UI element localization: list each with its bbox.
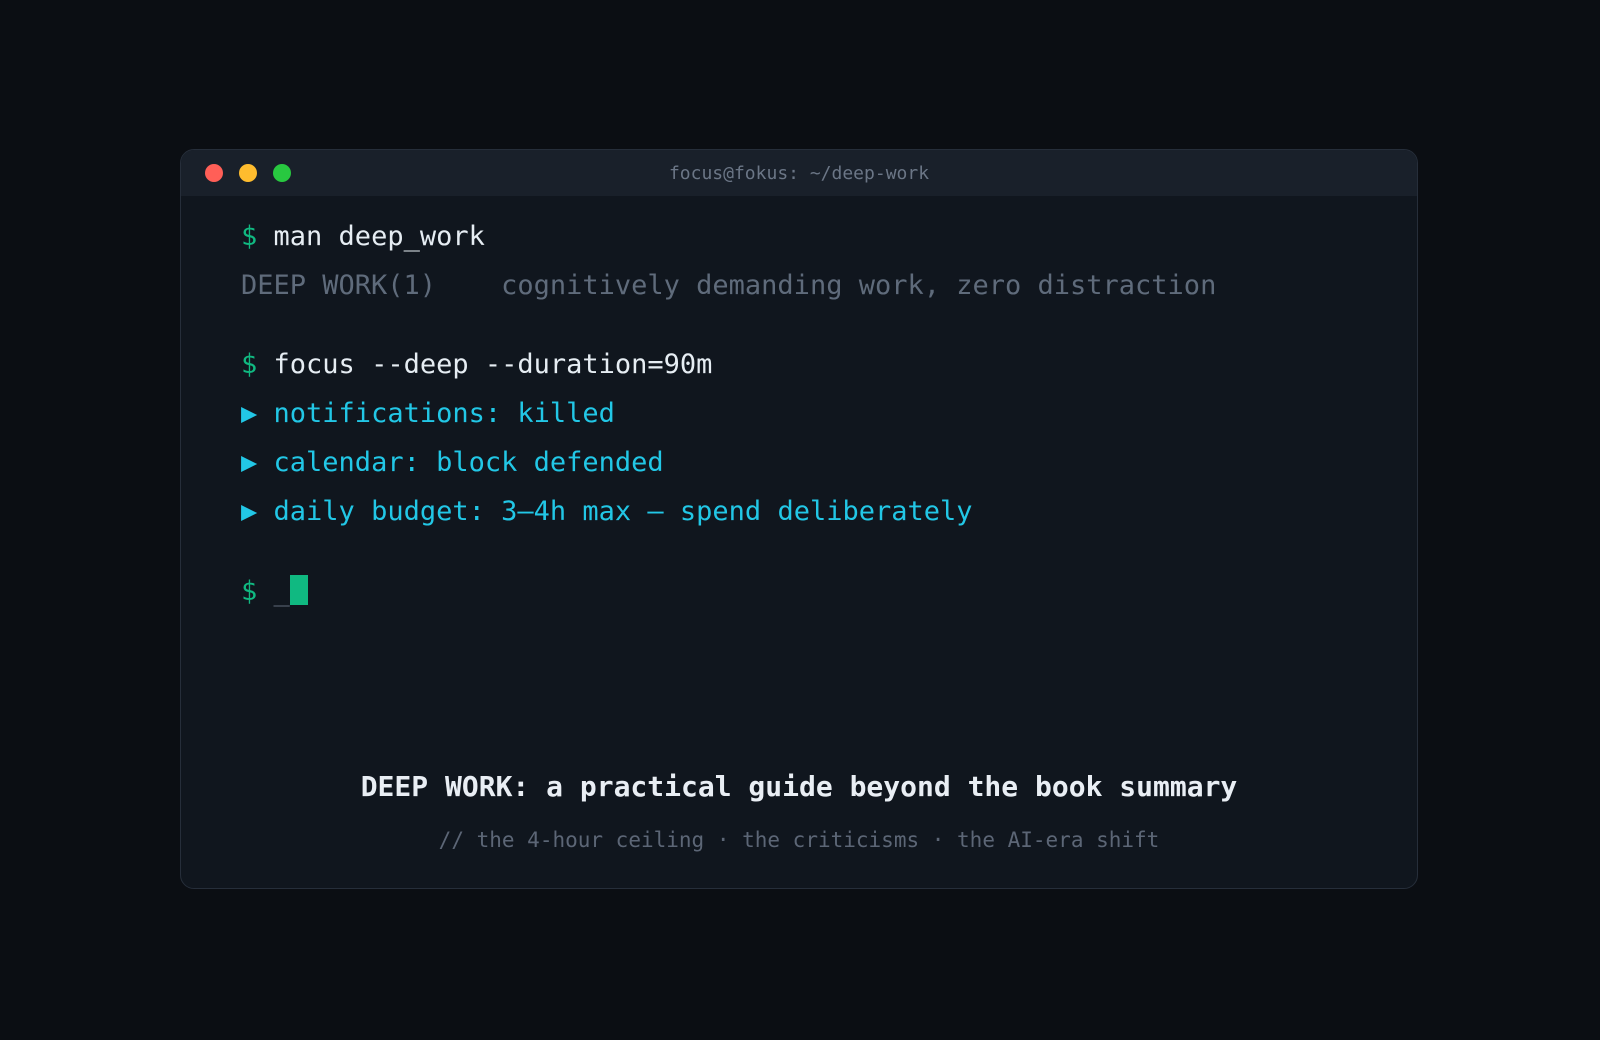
window-title: focus@fokus: ~/deep-work (668, 163, 930, 184)
page-subtitle: // the 4-hour ceiling · the criticisms ·… (438, 828, 1160, 852)
cursor-block-icon (289, 575, 308, 605)
output-text: daily budget: 3–4h max — spend deliberat… (273, 496, 973, 527)
man-page-header: DEEP WORK(1) cognitively demanding work,… (241, 270, 1217, 301)
prompt-symbol: $ (241, 221, 258, 252)
terminal-input-line[interactable]: $ _ (241, 575, 308, 609)
terminal-window: focus@fokus: ~/deep-work $ man deep_work… (180, 149, 1418, 889)
bullet-icon: ▶ (241, 447, 258, 478)
page-title: DEEP WORK: a practical guide beyond the … (360, 770, 1238, 803)
output-line: ▶ daily budget: 3–4h max — spend deliber… (241, 495, 973, 529)
terminal-line-command-2: $ focus --deep --duration=90m (241, 348, 712, 382)
command-text: focus --deep --duration=90m (273, 349, 713, 380)
command-text: man deep_work (273, 221, 485, 252)
title-bar: focus@fokus: ~/deep-work (181, 150, 1417, 196)
output-text: notifications: killed (273, 398, 615, 429)
output-line: ▶ calendar: block defended (241, 446, 664, 480)
output-text: calendar: block defended (273, 447, 664, 478)
terminal-line-command-1: $ man deep_work (241, 220, 485, 254)
bullet-icon: ▶ (241, 496, 258, 527)
prompt-symbol: $ (241, 349, 258, 380)
prompt-symbol: $ (241, 576, 258, 607)
output-line: ▶ notifications: killed (241, 397, 615, 431)
bullet-icon: ▶ (241, 398, 258, 429)
terminal-input[interactable]: _ (274, 576, 290, 607)
